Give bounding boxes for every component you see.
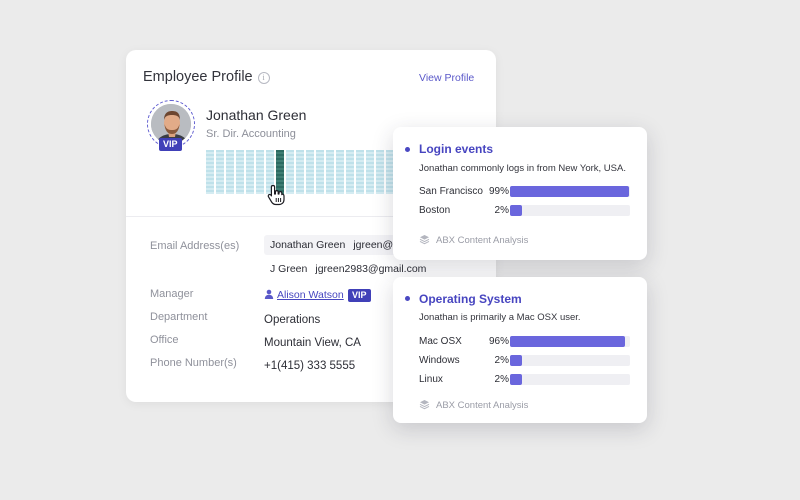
activity-heatmap[interactable] bbox=[206, 150, 394, 194]
activity-column[interactable] bbox=[306, 150, 314, 194]
bar-percent: 2% bbox=[494, 205, 509, 216]
manager-name: Alison Watson bbox=[277, 289, 344, 301]
person-name: Jonathan Green bbox=[206, 107, 307, 123]
bar-label: Boston bbox=[419, 205, 451, 216]
bar-fill bbox=[510, 374, 522, 385]
activity-column[interactable] bbox=[376, 150, 384, 194]
office-value: Mountain View, CA bbox=[264, 337, 361, 349]
email-entry-secondary[interactable]: J Green jgreen2983@gmail.com bbox=[270, 263, 426, 275]
bar-label: Linux bbox=[419, 374, 443, 385]
activity-column[interactable] bbox=[206, 150, 214, 194]
department-label: Department bbox=[150, 311, 208, 323]
cursor-hand-icon bbox=[267, 184, 285, 206]
layers-icon bbox=[419, 400, 430, 410]
bar-fill bbox=[510, 205, 522, 216]
bullet-dot bbox=[405, 296, 410, 301]
bar-label: San Francisco bbox=[419, 186, 483, 197]
bar-track bbox=[510, 336, 630, 347]
bar-row: Windows 2% bbox=[419, 354, 631, 368]
bullet-dot bbox=[405, 147, 410, 152]
email-name: Jonathan Green bbox=[270, 239, 346, 251]
activity-column[interactable] bbox=[346, 150, 354, 194]
manager-label: Manager bbox=[150, 288, 194, 300]
email-address: jgreen2983@gmail.com bbox=[315, 263, 427, 275]
activity-column[interactable] bbox=[356, 150, 364, 194]
bar-row: Boston 2% bbox=[419, 204, 631, 218]
activity-column[interactable] bbox=[226, 150, 234, 194]
login-events-title: Login events bbox=[419, 142, 494, 156]
bar-track bbox=[510, 374, 630, 385]
bar-percent: 99% bbox=[488, 186, 509, 197]
operating-system-card: Operating System Jonathan is primarily a… bbox=[393, 277, 647, 423]
email-label: Email Address(es) bbox=[150, 240, 240, 252]
manager-link[interactable]: Alison Watson bbox=[264, 289, 344, 301]
bar-fill bbox=[510, 186, 629, 197]
activity-column[interactable] bbox=[326, 150, 334, 194]
vip-badge: VIP bbox=[159, 138, 182, 151]
bar-track bbox=[510, 205, 630, 216]
bar-label: Mac OSX bbox=[419, 336, 462, 347]
footer-text: ABX Content Analysis bbox=[436, 235, 529, 246]
footer-text: ABX Content Analysis bbox=[436, 400, 529, 411]
activity-column[interactable] bbox=[366, 150, 374, 194]
activity-column[interactable] bbox=[286, 150, 294, 194]
activity-column[interactable] bbox=[336, 150, 344, 194]
bar-percent: 2% bbox=[494, 355, 509, 366]
operating-system-title: Operating System bbox=[419, 292, 522, 306]
bar-row: Linux 2% bbox=[419, 373, 631, 387]
email-name: J Green bbox=[270, 263, 308, 275]
bar-fill bbox=[510, 355, 522, 366]
person-role: Sr. Dir. Accounting bbox=[206, 128, 296, 140]
phone-value: +1(415) 333 5555 bbox=[264, 360, 356, 372]
office-label: Office bbox=[150, 334, 179, 346]
bar-label: Windows bbox=[419, 355, 460, 366]
department-value: Operations bbox=[264, 314, 321, 326]
manager-vip-badge: VIP bbox=[348, 289, 371, 302]
activity-column[interactable] bbox=[316, 150, 324, 194]
bar-row: Mac OSX 96% bbox=[419, 335, 631, 349]
operating-system-description: Jonathan is primarily a Mac OSX user. bbox=[419, 312, 581, 323]
bar-percent: 96% bbox=[488, 336, 509, 347]
activity-column[interactable] bbox=[296, 150, 304, 194]
bar-track bbox=[510, 186, 630, 197]
person-icon bbox=[264, 289, 274, 299]
phone-label: Phone Number(s) bbox=[150, 357, 237, 369]
activity-column[interactable] bbox=[246, 150, 254, 194]
card-title-text: Employee Profile bbox=[143, 69, 253, 85]
login-events-card: Login events Jonathan commonly logs in f… bbox=[393, 127, 647, 260]
activity-column[interactable] bbox=[216, 150, 224, 194]
view-profile-link[interactable]: View Profile bbox=[419, 72, 474, 84]
login-events-description: Jonathan commonly logs in from New York,… bbox=[419, 163, 626, 174]
operating-system-footer: ABX Content Analysis bbox=[419, 399, 528, 411]
bar-percent: 2% bbox=[494, 374, 509, 385]
activity-column[interactable] bbox=[256, 150, 264, 194]
layers-icon bbox=[419, 235, 430, 245]
bar-row: San Francisco 99% bbox=[419, 185, 631, 199]
login-events-footer: ABX Content Analysis bbox=[419, 234, 528, 246]
bar-fill bbox=[510, 336, 626, 347]
info-icon[interactable]: i bbox=[257, 72, 270, 84]
bar-track bbox=[510, 355, 630, 366]
activity-column[interactable] bbox=[236, 150, 244, 194]
card-title: Employee Profile i bbox=[143, 69, 270, 85]
